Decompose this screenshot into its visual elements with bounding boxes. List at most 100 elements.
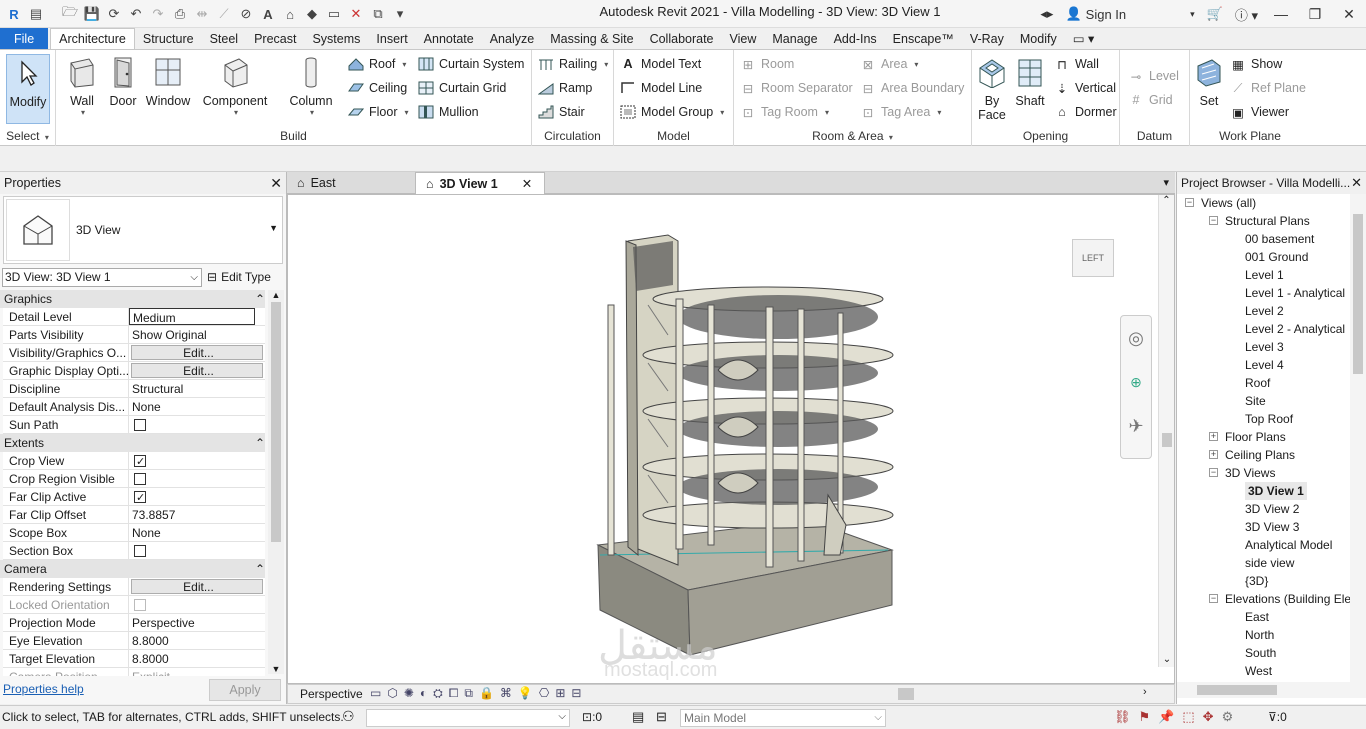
- open-icon[interactable]: 🗁: [60, 4, 80, 23]
- scroll-up-icon[interactable]: ▲: [268, 290, 284, 300]
- tab-insert[interactable]: Insert: [368, 28, 415, 49]
- property-row-crop-view[interactable]: Crop View: [3, 452, 265, 470]
- steering-wheel-icon[interactable]: ◎: [1121, 316, 1151, 360]
- component-button[interactable]: Component ▾: [202, 54, 268, 117]
- tab-precast[interactable]: Precast: [246, 28, 304, 49]
- tree-elevation-item[interactable]: East: [1245, 608, 1269, 626]
- property-row-rendering-settings[interactable]: Rendering Settings Edit...: [3, 578, 265, 596]
- detail-level-icon[interactable]: ▭: [370, 686, 381, 701]
- property-row-section-box[interactable]: Section Box: [3, 542, 265, 560]
- area-boundary-button[interactable]: ⊟ Area Boundary: [860, 78, 965, 98]
- close-icon[interactable]: ✕: [1351, 175, 1362, 191]
- model-line-button[interactable]: Model Line: [620, 78, 702, 98]
- tree-elevations[interactable]: Elevations (Building Elev: [1225, 590, 1351, 608]
- property-row-detail-level[interactable]: Detail Level Medium: [3, 308, 265, 326]
- revit-logo-icon[interactable]: R: [4, 5, 24, 23]
- tab-add-ins[interactable]: Add-Ins: [826, 28, 885, 49]
- model-group-button[interactable]: Model Group ▾: [620, 102, 724, 122]
- expand-icon[interactable]: +: [1209, 450, 1218, 459]
- property-checkbox[interactable]: [134, 545, 146, 557]
- property-value[interactable]: Perspective: [129, 614, 265, 631]
- drawing-area[interactable]: LEFT ◎ ⊕ ✈ ⌃ ⌄ مستقل mostaql.com: [287, 194, 1175, 684]
- undo-icon[interactable]: ↶: [126, 5, 146, 23]
- property-edit-button[interactable]: Edit...: [131, 363, 263, 378]
- property-row-discipline[interactable]: Discipline Structural: [3, 380, 265, 398]
- tree-structural-plan-item[interactable]: Level 1: [1245, 266, 1284, 284]
- room-area-panel-label[interactable]: Room & Area ▾: [734, 129, 971, 143]
- tag-room-button[interactable]: ⊡ Tag Room ▾: [740, 102, 829, 122]
- thin-lines-icon[interactable]: ▭: [324, 5, 344, 23]
- model-text-button[interactable]: A Model Text: [620, 54, 701, 74]
- property-row-eye-elevation[interactable]: Eye Elevation 8.8000: [3, 632, 265, 650]
- scroll-thumb[interactable]: [1353, 214, 1363, 374]
- edit-type-button[interactable]: ⊟ Edit Type: [207, 267, 271, 287]
- tab-file[interactable]: File: [0, 28, 49, 49]
- design-options-icon[interactable]: ▤: [632, 709, 644, 725]
- category-graphics[interactable]: Graphics ⌃: [0, 290, 265, 308]
- shadows-icon[interactable]: ◐: [420, 686, 427, 701]
- ramp-button[interactable]: Ramp: [538, 78, 592, 98]
- property-value[interactable]: Structural: [129, 380, 265, 397]
- railing-button[interactable]: Railing ▾: [538, 54, 608, 74]
- tree-structural-plan-item[interactable]: Roof: [1245, 374, 1270, 392]
- zoom-icon[interactable]: ⊕: [1121, 360, 1151, 404]
- tree-views-all[interactable]: Views (all): [1201, 194, 1256, 212]
- tab-manage[interactable]: Manage: [764, 28, 825, 49]
- scroll-thumb[interactable]: [1162, 433, 1172, 447]
- measure-icon[interactable]: ⇹: [192, 5, 212, 23]
- render-icon[interactable]: ⛭: [433, 686, 443, 701]
- tree-elevation-item[interactable]: South: [1245, 644, 1276, 662]
- property-row-parts-visibility[interactable]: Parts Visibility Show Original: [3, 326, 265, 344]
- shaft-button[interactable]: Shaft: [1012, 54, 1048, 108]
- tab-analyze[interactable]: Analyze: [482, 28, 542, 49]
- property-value[interactable]: None: [129, 524, 265, 541]
- property-row-crop-region-visible[interactable]: Crop Region Visible: [3, 470, 265, 488]
- workset-dropdown[interactable]: ⌵: [366, 709, 570, 727]
- scroll-down-icon[interactable]: ⌄: [1159, 654, 1175, 665]
- sun-path-icon[interactable]: ✺: [404, 686, 414, 701]
- help-icon[interactable]: ⓘ ▾: [1229, 5, 1264, 24]
- temporary-hide-icon[interactable]: ⌘: [500, 686, 512, 701]
- property-checkbox[interactable]: [134, 489, 146, 505]
- property-checkbox[interactable]: [134, 419, 146, 431]
- stair-button[interactable]: Stair: [538, 102, 585, 122]
- select-by-face-icon[interactable]: ⬚: [1182, 709, 1194, 725]
- ceiling-button[interactable]: Ceiling: [348, 78, 407, 98]
- tree-floor-plans[interactable]: Floor Plans: [1225, 428, 1286, 446]
- property-row-visibility-graphics-o[interactable]: Visibility/Graphics O... Edit...: [3, 344, 265, 362]
- hscroll-thumb[interactable]: [898, 688, 914, 700]
- customize-qat-icon[interactable]: ▾: [390, 5, 410, 23]
- property-checkbox[interactable]: [134, 599, 146, 611]
- cart-icon[interactable]: 🛒: [1201, 6, 1229, 22]
- home-icon[interactable]: ▤: [26, 5, 46, 23]
- properties-scrollbar[interactable]: ▲ ▼: [268, 290, 284, 674]
- property-row-target-elevation[interactable]: Target Elevation 8.8000: [3, 650, 265, 668]
- scroll-down-icon[interactable]: ▼: [268, 664, 284, 674]
- redo-icon[interactable]: ↷: [148, 5, 168, 23]
- property-value[interactable]: Medium: [129, 308, 255, 325]
- collapse-icon[interactable]: −: [1209, 216, 1218, 225]
- property-edit-button[interactable]: Edit...: [131, 579, 263, 594]
- by-face-button[interactable]: By Face: [976, 54, 1008, 122]
- tab-architecture[interactable]: Architecture: [50, 28, 135, 49]
- instance-selector[interactable]: 3D View: 3D View 1 ⌵: [2, 268, 202, 287]
- grid-button[interactable]: # Grid: [1128, 90, 1173, 110]
- filter-count[interactable]: ⊽:0: [1268, 710, 1287, 724]
- tree-structural-plan-item[interactable]: Level 1 - Analytical: [1245, 284, 1345, 302]
- constraints-icon[interactable]: ⊟: [571, 686, 581, 701]
- lock-3d-icon[interactable]: 🔒: [479, 686, 494, 701]
- tab-structure[interactable]: Structure: [135, 28, 202, 49]
- dimension-icon[interactable]: ⟋: [214, 5, 234, 23]
- sync-icon[interactable]: ⟳: [104, 5, 124, 23]
- scroll-thumb[interactable]: [1197, 685, 1277, 695]
- collapse-icon[interactable]: −: [1185, 198, 1194, 207]
- background-process-icon[interactable]: ⚙: [1222, 709, 1234, 725]
- property-value[interactable]: Show Original: [129, 326, 265, 343]
- wall-button[interactable]: Wall ▾: [62, 54, 102, 117]
- select-pinned-icon[interactable]: 📌: [1158, 709, 1174, 725]
- design-option-dropdown[interactable]: Main Model ⌵: [680, 709, 886, 727]
- switch-windows-icon[interactable]: ⧉: [368, 5, 388, 23]
- worksharing-icon[interactable]: ⎔: [539, 686, 549, 701]
- tab-annotate[interactable]: Annotate: [416, 28, 482, 49]
- restore-button[interactable]: ❐: [1298, 0, 1332, 28]
